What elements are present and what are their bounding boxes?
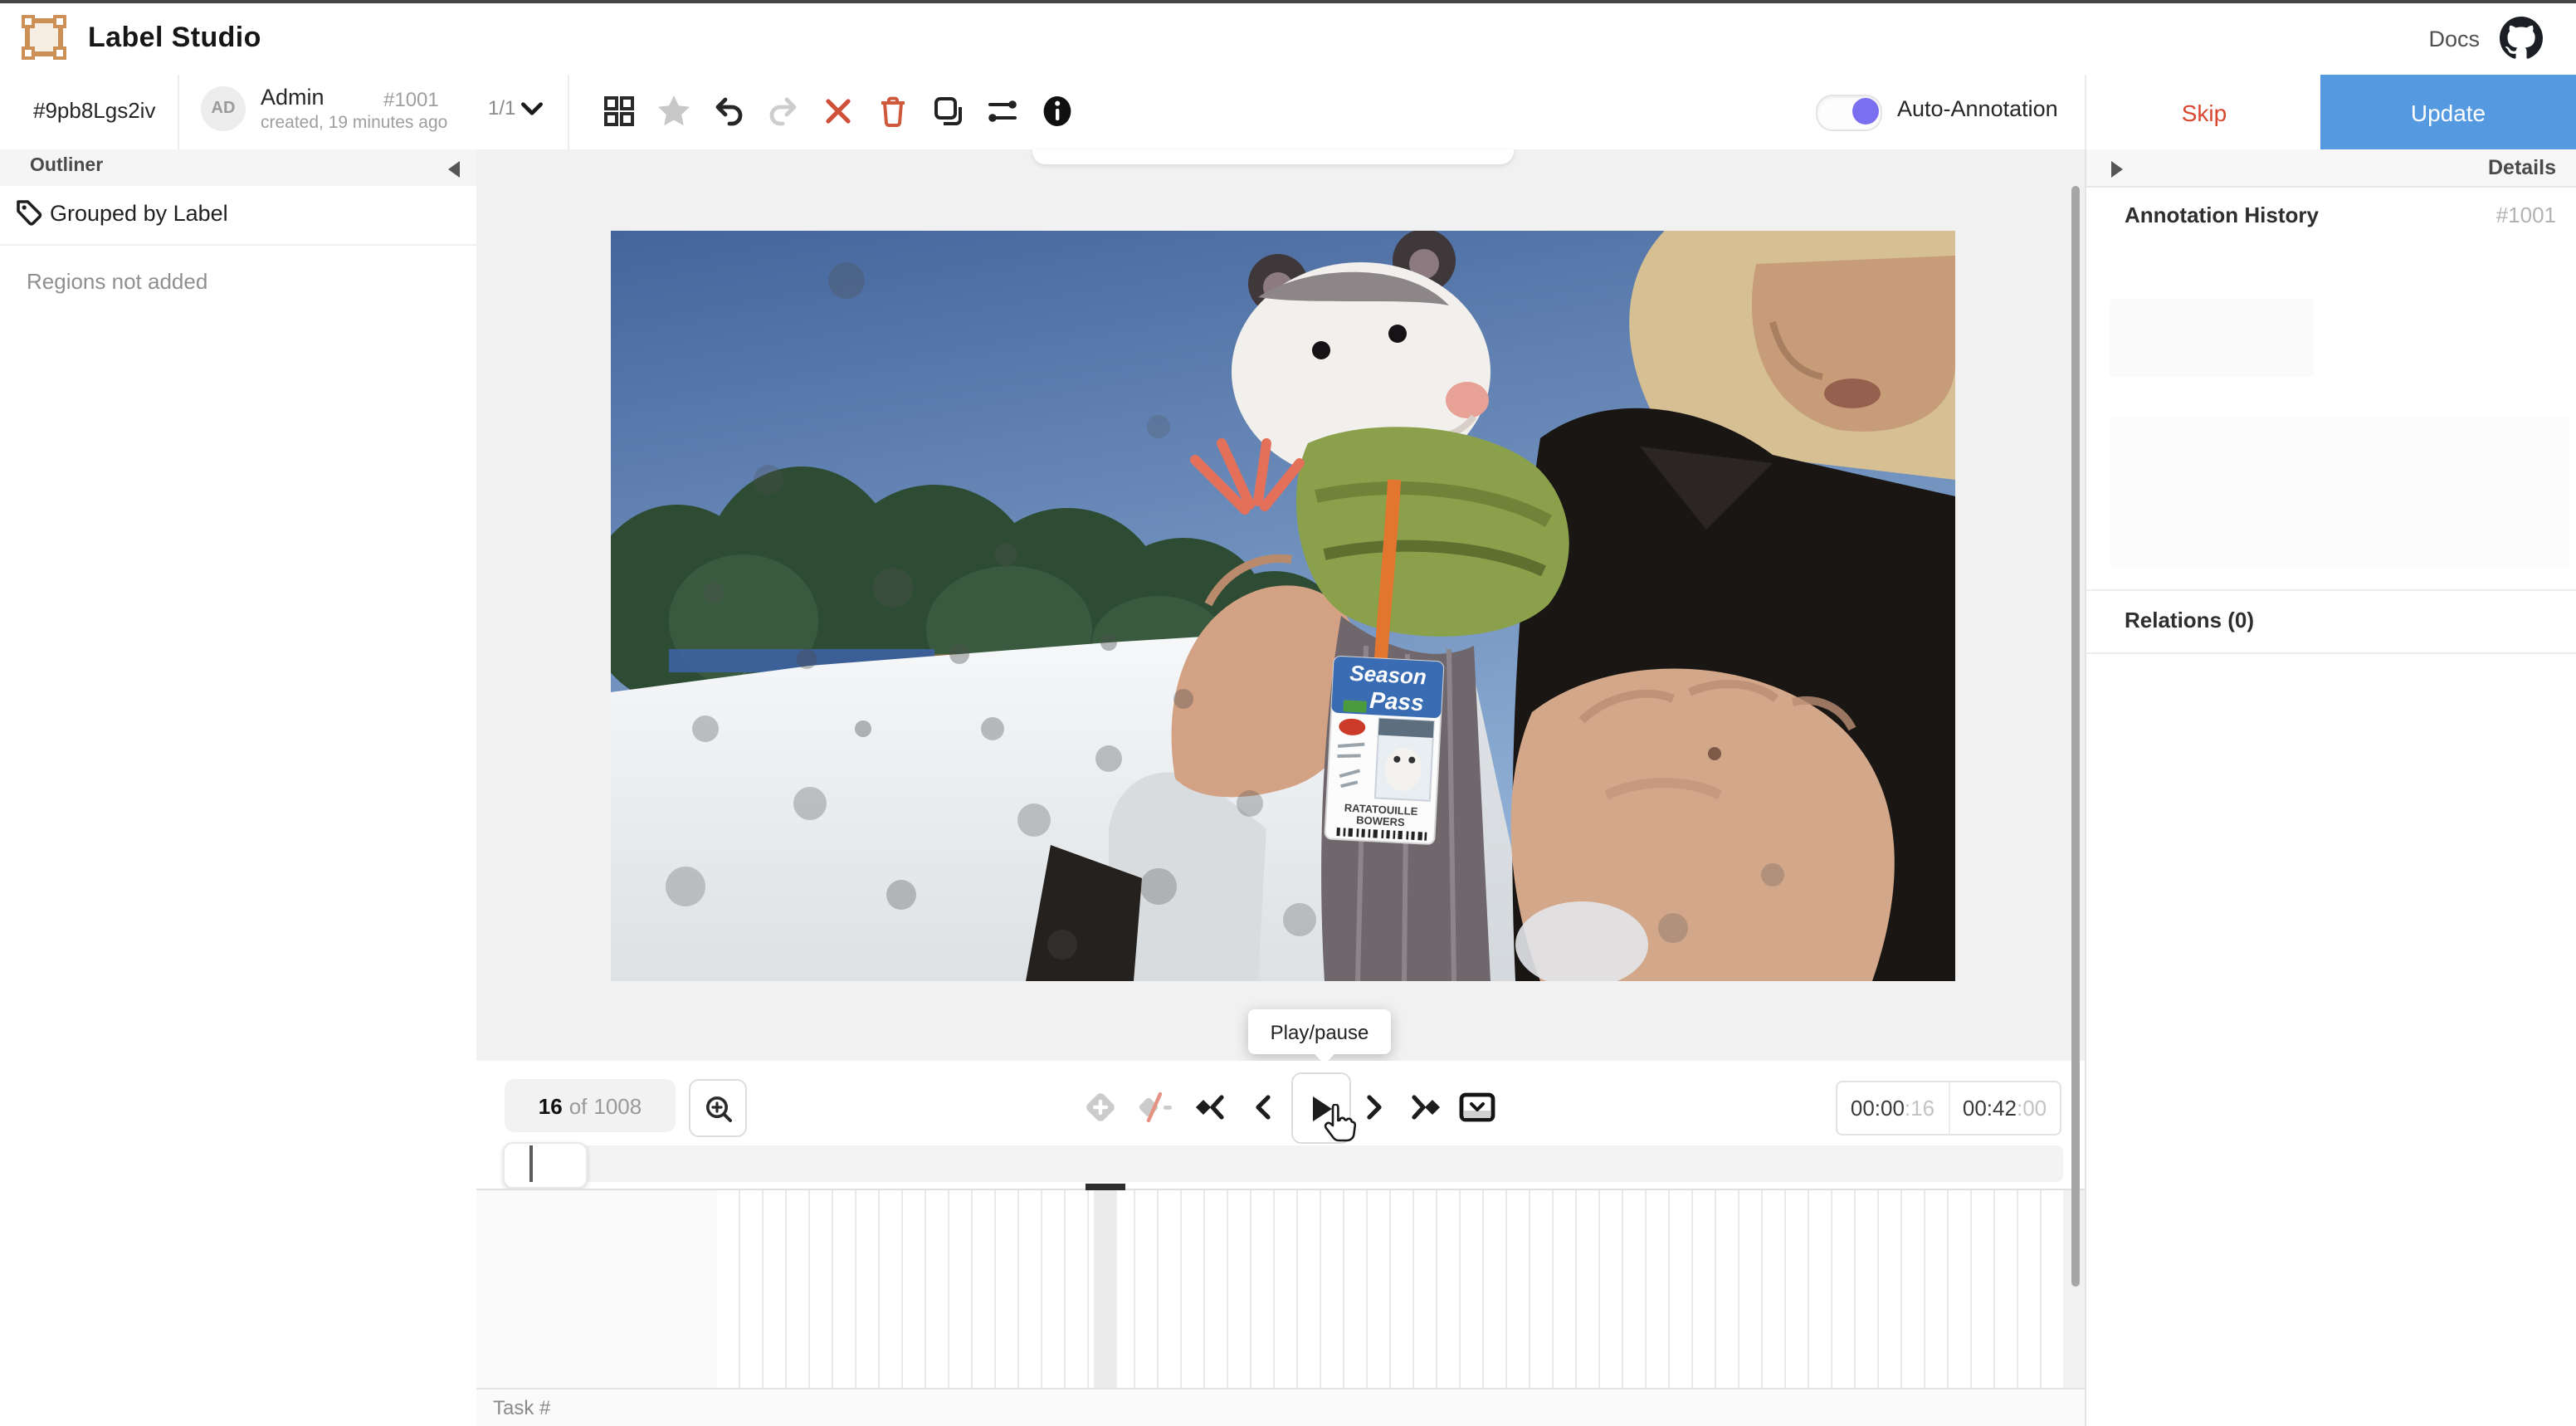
video-scene: Season Pass RATATOUILLE BOWERS: [611, 231, 1955, 981]
seek-track[interactable]: [505, 1145, 2063, 1182]
docs-link[interactable]: Docs: [2428, 27, 2480, 51]
add-keyframe-button[interactable]: [1081, 1087, 1120, 1127]
regions-empty-text: Regions not added: [27, 269, 207, 294]
next-frame-button[interactable]: [1354, 1087, 1394, 1127]
play-pause-button[interactable]: [1291, 1072, 1351, 1144]
auto-annotation-toggle[interactable]: [1816, 95, 1882, 131]
annotation-author: Admin: [261, 85, 324, 110]
annotation-id: #1001: [383, 88, 439, 111]
reset-icon[interactable]: [820, 93, 856, 129]
foreground-hand: [1511, 669, 1895, 982]
timeline-footer: [476, 1388, 2085, 1426]
annotation-history-id: #1001: [0, 203, 2556, 227]
total-time-frames: :00: [2017, 1096, 2047, 1121]
top-bar: Label Studio Docs: [0, 3, 2576, 76]
github-icon[interactable]: [2500, 17, 2543, 60]
total-time: 00:42:00: [1949, 1082, 2060, 1134]
skip-button[interactable]: Skip: [2085, 75, 2322, 149]
timeline-label-gutter: [476, 1190, 719, 1388]
app-title: Label Studio: [88, 22, 261, 55]
time-display[interactable]: 00:00:16 00:42:00: [1836, 1081, 2061, 1135]
update-button[interactable]: Update: [2320, 75, 2576, 149]
annotation-counter[interactable]: 1/1: [488, 96, 515, 120]
chevron-down-icon[interactable]: [518, 95, 546, 123]
svg-text:BOWERS: BOWERS: [1356, 813, 1406, 828]
grid-view-icon[interactable]: [601, 93, 637, 129]
label-studio-app: Label Studio Docs #9pb8Lgs2iv AD Admin #…: [0, 0, 2576, 1426]
toggle-knob: [1852, 98, 1879, 125]
current-time-frames: :16: [1905, 1096, 1934, 1121]
playhead-indicator[interactable]: [529, 1145, 533, 1182]
play-icon: [1306, 1091, 1336, 1125]
user-avatar: AD: [201, 86, 246, 131]
divider: [178, 75, 179, 149]
magnifier-plus-icon: [703, 1093, 733, 1123]
task-number-label: Task #: [493, 1396, 550, 1419]
svg-text:Pass: Pass: [1369, 687, 1425, 715]
seek-viewport-handle[interactable]: [503, 1142, 588, 1189]
duplicate-icon[interactable]: [929, 93, 966, 129]
settings-icon[interactable]: [984, 93, 1021, 129]
timeline-frames-ruler[interactable]: [717, 1190, 2063, 1388]
auto-annotation-label: Auto-Annotation: [1897, 96, 2058, 121]
previous-frame-button[interactable]: [1243, 1087, 1283, 1127]
redo-icon[interactable]: [765, 93, 802, 129]
chevron-left-icon: [1247, 1089, 1280, 1126]
outliner-panel: [0, 149, 478, 1426]
info-icon[interactable]: [1039, 93, 1076, 129]
label-studio-logo-icon[interactable]: [22, 15, 66, 60]
previous-keyframe-button[interactable]: [1190, 1087, 1230, 1127]
frame-counter-input[interactable]: 16 of 1008: [505, 1079, 676, 1132]
current-frame-marker[interactable]: [1086, 1184, 1125, 1190]
ground-truth-star-icon[interactable]: [656, 93, 692, 129]
vertical-scrollbar[interactable]: [2071, 186, 2080, 1287]
undo-icon[interactable]: [710, 93, 747, 129]
next-keyframe-button[interactable]: [1406, 1087, 1446, 1127]
frame-current: 16: [539, 1093, 563, 1118]
current-time: 00:00:16: [1837, 1082, 1949, 1134]
zoom-in-button[interactable]: [689, 1079, 747, 1137]
next-keyframe-icon: [1408, 1089, 1444, 1126]
play-pause-tooltip: Play/pause: [1248, 1009, 1391, 1054]
annotation-created: created, 19 minutes ago: [261, 113, 447, 133]
keyframe-slash-icon: [1135, 1089, 1175, 1126]
svg-text:Season: Season: [1349, 661, 1427, 690]
frame-total: 1008: [593, 1093, 642, 1118]
frame-separator: of: [569, 1093, 588, 1118]
divider: [568, 75, 569, 149]
history-skeleton: [2110, 299, 2314, 377]
details-title: Details: [0, 156, 2556, 179]
keyframe-add-icon: [1082, 1089, 1119, 1126]
task-id: #9pb8Lgs2iv: [33, 98, 155, 123]
interpolation-toggle-button[interactable]: [1457, 1087, 1497, 1127]
current-frame-column: [1094, 1190, 1117, 1388]
delete-icon[interactable]: [875, 93, 911, 129]
collapse-box-icon: [1457, 1089, 1497, 1126]
relations-title: Relations (0): [2125, 608, 2254, 632]
toggle-keyframe-button[interactable]: [1135, 1087, 1175, 1127]
video-frame[interactable]: Season Pass RATATOUILLE BOWERS: [611, 231, 1955, 981]
history-skeleton: [2110, 417, 2569, 568]
prev-keyframe-icon: [1192, 1089, 1228, 1126]
chevron-right-icon: [1358, 1089, 1391, 1126]
